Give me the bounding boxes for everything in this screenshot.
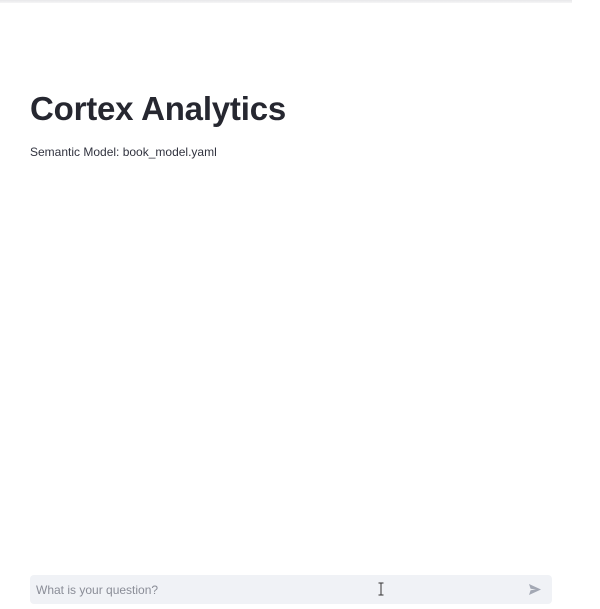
app-root: Cortex Analytics Semantic Model: book_mo…: [0, 0, 600, 609]
text-cursor-icon: [378, 582, 384, 596]
semantic-model-label: Semantic Model: book_model.yaml: [30, 145, 217, 159]
send-icon: [529, 584, 541, 595]
send-button[interactable]: [526, 581, 544, 599]
top-divider: [0, 0, 572, 3]
page-title: Cortex Analytics: [30, 90, 286, 127]
chat-input-bar: [30, 575, 552, 604]
chat-question-input[interactable]: [36, 579, 526, 600]
main-content: Cortex Analytics Semantic Model: book_mo…: [30, 88, 570, 160]
